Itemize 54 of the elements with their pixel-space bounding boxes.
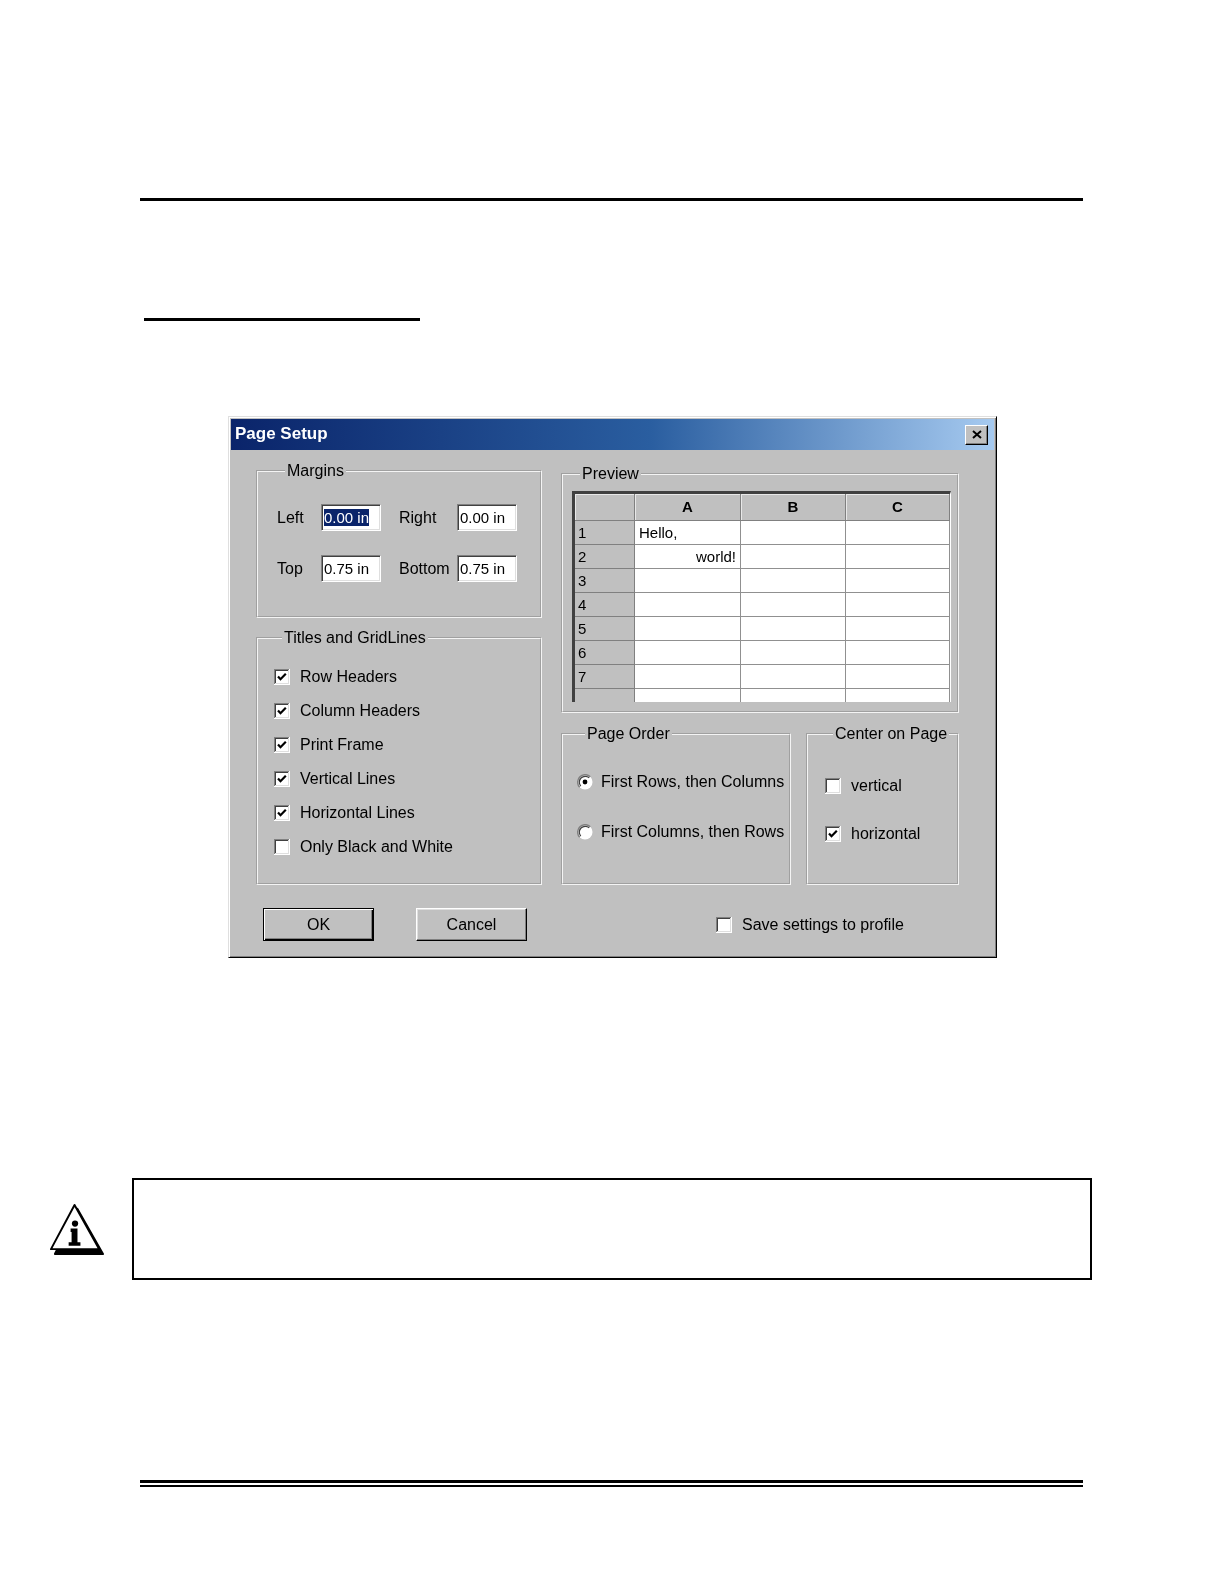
radio-label: First Columns, then Rows [601, 822, 785, 842]
input-field[interactable]: 0.75 in [321, 555, 381, 582]
row-header: 5 [575, 617, 635, 641]
group-title: Center on Page [834, 725, 949, 743]
checkbox-label: Print Frame [300, 735, 384, 755]
row-header: 4 [575, 593, 635, 617]
checkbox[interactable] [274, 839, 290, 855]
group-title: Preview [581, 465, 640, 483]
checkbox-label: vertical [851, 776, 902, 796]
checkbox[interactable] [274, 669, 290, 685]
row-header: 2 [575, 545, 635, 569]
checkbox[interactable] [716, 916, 732, 933]
field-label: Bottom [398, 558, 451, 579]
column-header: C [846, 494, 950, 521]
table-cell: Hello, [635, 521, 741, 545]
close-button[interactable] [965, 424, 988, 445]
row-header: 1 [575, 521, 635, 545]
close-icon [971, 430, 982, 439]
checkbox[interactable] [274, 737, 290, 753]
column-header: B [741, 494, 846, 521]
group-title: Margins [286, 462, 345, 480]
field-label: Top [277, 558, 304, 579]
row-header: 6 [575, 641, 635, 665]
input-field[interactable]: 0.00 in [457, 504, 517, 531]
group-title: Titles and GridLines [283, 629, 427, 647]
column-header: A [635, 494, 741, 521]
radio-button[interactable] [577, 774, 593, 790]
window-title: Page Setup [235, 424, 328, 445]
ok-button[interactable]: OK [263, 908, 374, 941]
checkbox-label: Vertical Lines [300, 769, 396, 789]
row-header: 3 [575, 569, 635, 593]
table-cell: world! [635, 545, 741, 569]
checkbox[interactable] [825, 778, 841, 794]
checkbox-label: Horizontal Lines [300, 803, 415, 823]
radio-button[interactable] [577, 824, 593, 840]
checkbox-label: Save settings to profile [742, 914, 904, 935]
field-label: Right [398, 507, 438, 528]
row-header: 7 [575, 665, 635, 689]
checkbox-label: Column Headers [300, 701, 421, 721]
checkbox[interactable] [274, 771, 290, 787]
radio-label: First Rows, then Columns [601, 772, 785, 792]
checkbox-label: horizontal [851, 824, 921, 844]
checkbox[interactable] [274, 703, 290, 719]
input-field[interactable]: 0.75 in [457, 555, 517, 582]
checkbox-label: Row Headers [300, 667, 397, 687]
info-icon [49, 1202, 104, 1256]
field-label: Left [277, 507, 305, 528]
checkbox[interactable] [274, 805, 290, 821]
cancel-button[interactable]: Cancel [416, 908, 527, 941]
table-corner [575, 494, 635, 521]
checkbox[interactable] [825, 826, 841, 842]
input-field[interactable]: 0.00 in [321, 504, 381, 531]
checkbox-label: Only Black and White [300, 837, 453, 857]
group-title: Page Order [586, 725, 671, 743]
